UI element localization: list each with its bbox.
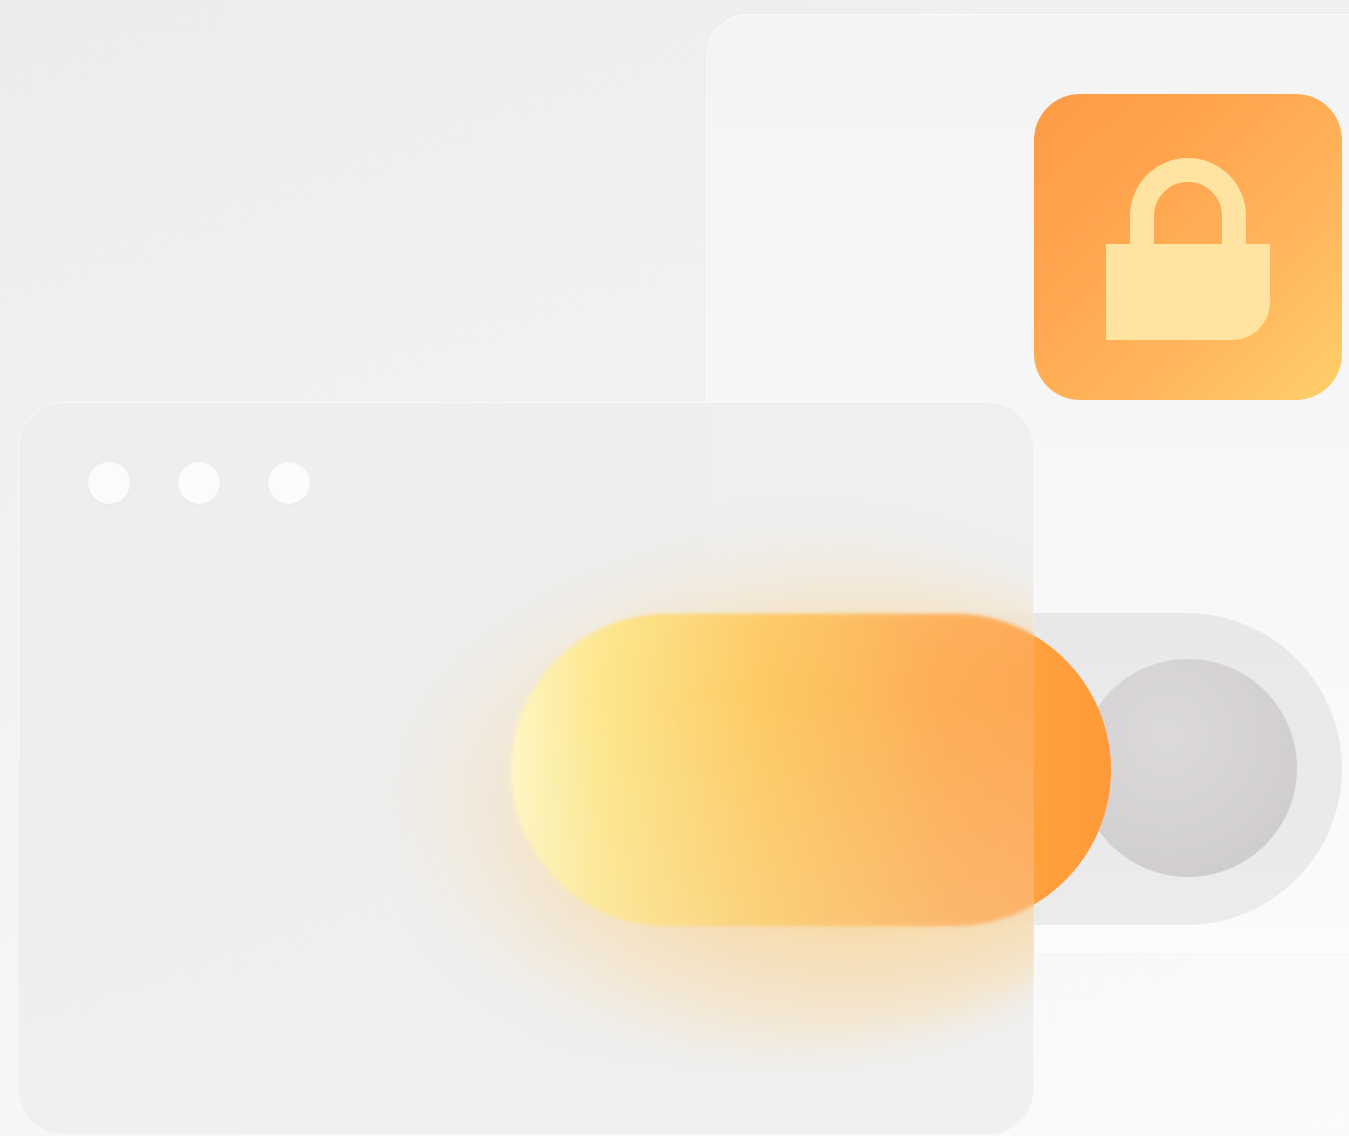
browser-window [18,402,1034,1135]
lock-tile [1034,94,1342,400]
window-control-dot[interactable] [178,462,220,504]
window-controls [88,462,310,504]
window-control-dot[interactable] [88,462,130,504]
window-control-dot[interactable] [268,462,310,504]
lock-icon [1106,152,1270,342]
window-frost [18,402,1034,1135]
toggle-knob[interactable] [1079,659,1297,877]
